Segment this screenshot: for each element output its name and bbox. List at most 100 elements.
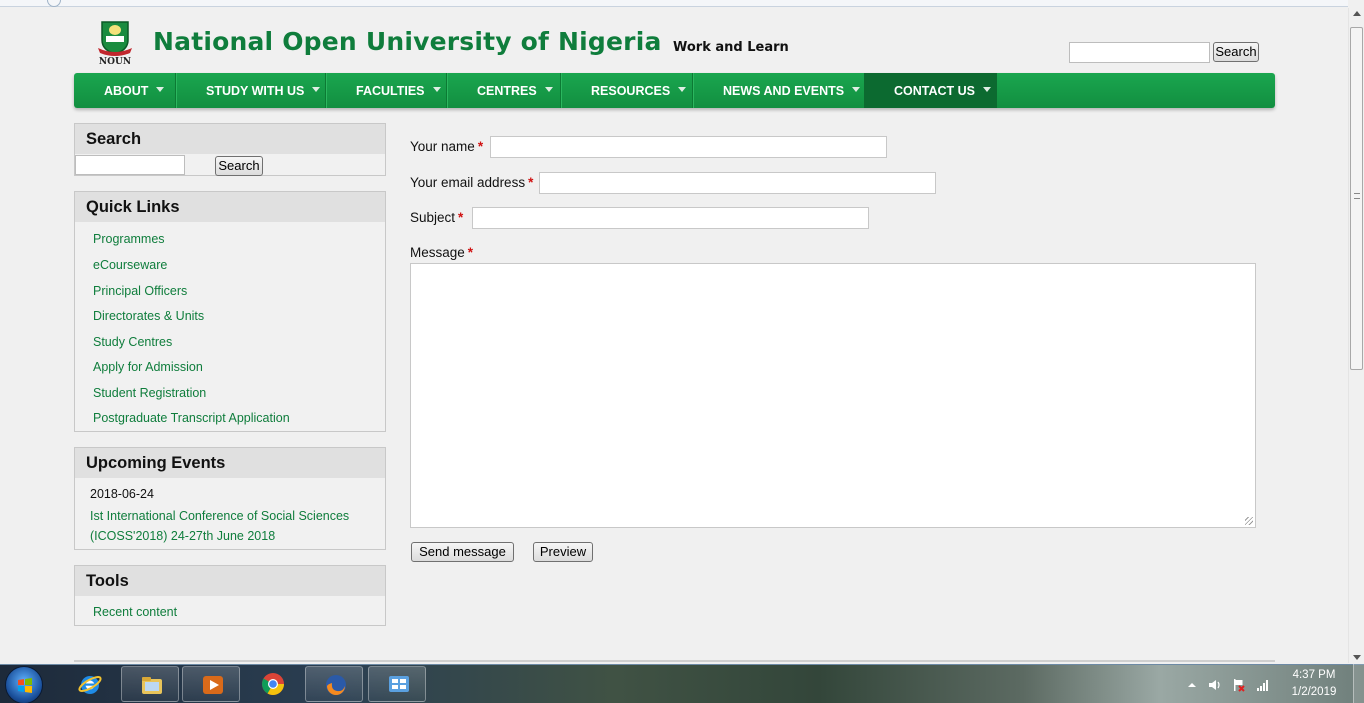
quick-link-ecourseware[interactable]: eCourseware xyxy=(93,258,167,272)
subject-label: Subject * xyxy=(410,210,463,225)
nav-item-news-and-events[interactable]: NEWS AND EVENTS xyxy=(723,73,861,108)
name-label: Your name * xyxy=(410,139,483,154)
upcoming-events-block: Upcoming Events 2018-06-24 Ist Internati… xyxy=(74,447,386,550)
windows-taskbar xyxy=(0,664,1364,703)
show-desktop-button[interactable] xyxy=(1353,664,1364,703)
chevron-down-icon xyxy=(156,87,165,92)
chevron-down-icon xyxy=(544,87,553,92)
browser-icon xyxy=(47,0,61,7)
taskbar-chrome[interactable] xyxy=(243,666,301,702)
nav-item-label: ABOUT xyxy=(104,84,149,98)
taskbar-clock[interactable]: 4:37 PM 1/2/2019 xyxy=(1280,667,1348,701)
header-search-button[interactable]: Search xyxy=(1213,42,1259,62)
resize-grip-icon[interactable] xyxy=(1245,517,1253,525)
nav-divider xyxy=(692,73,693,108)
quick-link-study-centres[interactable]: Study Centres xyxy=(93,335,172,349)
message-label-text: Message xyxy=(410,245,465,260)
required-marker: * xyxy=(458,210,464,225)
nav-item-label: CENTRES xyxy=(477,84,537,98)
nav-item-label: RESOURCES xyxy=(591,84,671,98)
block-title: Tools xyxy=(75,566,385,596)
quick-link-principal-officers[interactable]: Principal Officers xyxy=(93,284,187,298)
content-bottom-border xyxy=(74,660,1275,662)
windows-logo-icon xyxy=(18,678,32,693)
name-label-text: Your name xyxy=(410,139,475,154)
site-slogan: Work and Learn xyxy=(673,40,789,55)
tools-block: Tools Recent content xyxy=(74,565,386,626)
name-input[interactable] xyxy=(490,136,887,158)
quick-link-postgraduate-transcript[interactable]: Postgraduate Transcript Application xyxy=(93,411,290,425)
sidebar-search-input[interactable] xyxy=(75,155,185,175)
send-message-button[interactable]: Send message xyxy=(411,542,514,562)
nav-item-label: FACULTIES xyxy=(356,84,425,98)
chevron-down-icon xyxy=(983,87,992,92)
svg-text:NOUN: NOUN xyxy=(99,57,131,66)
quick-link-apply-for-admission[interactable]: Apply for Admission xyxy=(93,360,203,374)
scroll-thumb[interactable] xyxy=(1350,27,1363,370)
action-center-flag-icon[interactable] xyxy=(1232,678,1246,692)
network-signal-icon[interactable] xyxy=(1256,678,1270,692)
vertical-scrollbar[interactable] xyxy=(1348,8,1364,663)
nav-divider xyxy=(175,73,176,108)
nav-item-study-with-us[interactable]: STUDY WITH US xyxy=(206,73,321,108)
block-title: Upcoming Events xyxy=(75,448,385,478)
scroll-down-arrow-icon[interactable] xyxy=(1353,655,1361,660)
main-nav: ABOUT STUDY WITH US FACULTIES CENTRES RE… xyxy=(74,73,1275,108)
nav-item-about[interactable]: ABOUT xyxy=(104,73,165,108)
volume-icon[interactable] xyxy=(1208,678,1222,692)
email-input[interactable] xyxy=(539,172,936,194)
chevron-down-icon xyxy=(312,87,321,92)
email-label: Your email address * xyxy=(410,175,533,190)
browser-top-strip xyxy=(0,0,1348,7)
chevron-down-icon xyxy=(678,87,687,92)
event-link[interactable]: Ist International Conference of Social S… xyxy=(90,506,370,546)
quick-link-student-registration[interactable]: Student Registration xyxy=(93,386,206,400)
scroll-up-arrow-icon[interactable] xyxy=(1353,11,1361,16)
nav-divider xyxy=(560,73,561,108)
noun-crest-icon: NOUN xyxy=(98,21,132,67)
nav-item-centres[interactable]: CENTRES xyxy=(477,73,553,108)
subject-label-text: Subject xyxy=(410,210,456,225)
grip-lines-icon xyxy=(1354,193,1360,199)
sidebar-search-block: Search Search xyxy=(74,123,386,176)
required-marker: * xyxy=(528,175,534,190)
nav-item-label: NEWS AND EVENTS xyxy=(723,84,845,98)
nav-item-faculties[interactable]: FACULTIES xyxy=(356,73,441,108)
clock-time: 4:37 PM xyxy=(1292,669,1336,681)
quick-link-programmes[interactable]: Programmes xyxy=(93,232,165,246)
taskbar-media-player[interactable] xyxy=(182,666,240,702)
block-title: Search xyxy=(75,124,385,154)
firefox-icon xyxy=(326,675,346,695)
taskbar-file-explorer[interactable] xyxy=(121,666,179,702)
taskbar-internet-explorer[interactable] xyxy=(60,666,118,702)
taskbar-control-panel[interactable] xyxy=(368,666,426,702)
nav-item-resources[interactable]: RESOURCES xyxy=(591,73,687,108)
preview-button[interactable]: Preview xyxy=(533,542,593,562)
quick-link-directorates-units[interactable]: Directorates & Units xyxy=(93,309,204,323)
start-button[interactable] xyxy=(5,666,43,703)
message-textarea[interactable] xyxy=(410,263,1256,528)
clock-date: 1/2/2019 xyxy=(1291,686,1337,698)
message-label: Message * xyxy=(410,245,473,260)
event-date: 2018-06-24 xyxy=(90,487,154,501)
nav-item-label: STUDY WITH US xyxy=(206,84,305,98)
media-player-icon xyxy=(203,676,223,694)
site-name[interactable]: National Open University of Nigeria xyxy=(153,27,662,56)
tools-link-recent-content[interactable]: Recent content xyxy=(93,605,177,619)
subject-input[interactable] xyxy=(472,207,869,229)
sidebar-search-button[interactable]: Search xyxy=(215,156,263,176)
email-label-text: Your email address xyxy=(410,175,526,190)
header-search-input[interactable] xyxy=(1069,42,1210,63)
internet-explorer-icon xyxy=(78,676,102,694)
folder-icon xyxy=(142,677,162,694)
control-panel-icon xyxy=(389,676,409,692)
chrome-icon xyxy=(262,673,284,695)
chevron-down-icon xyxy=(852,87,861,92)
nav-item-contact-us[interactable]: CONTACT US xyxy=(894,73,992,108)
tray-expand-icon[interactable] xyxy=(1185,678,1199,692)
nav-divider xyxy=(325,73,326,108)
site-logo[interactable]: NOUN xyxy=(94,18,136,67)
block-title: Quick Links xyxy=(75,192,385,222)
taskbar-firefox[interactable] xyxy=(305,666,363,702)
nav-item-label: CONTACT US xyxy=(894,84,976,98)
